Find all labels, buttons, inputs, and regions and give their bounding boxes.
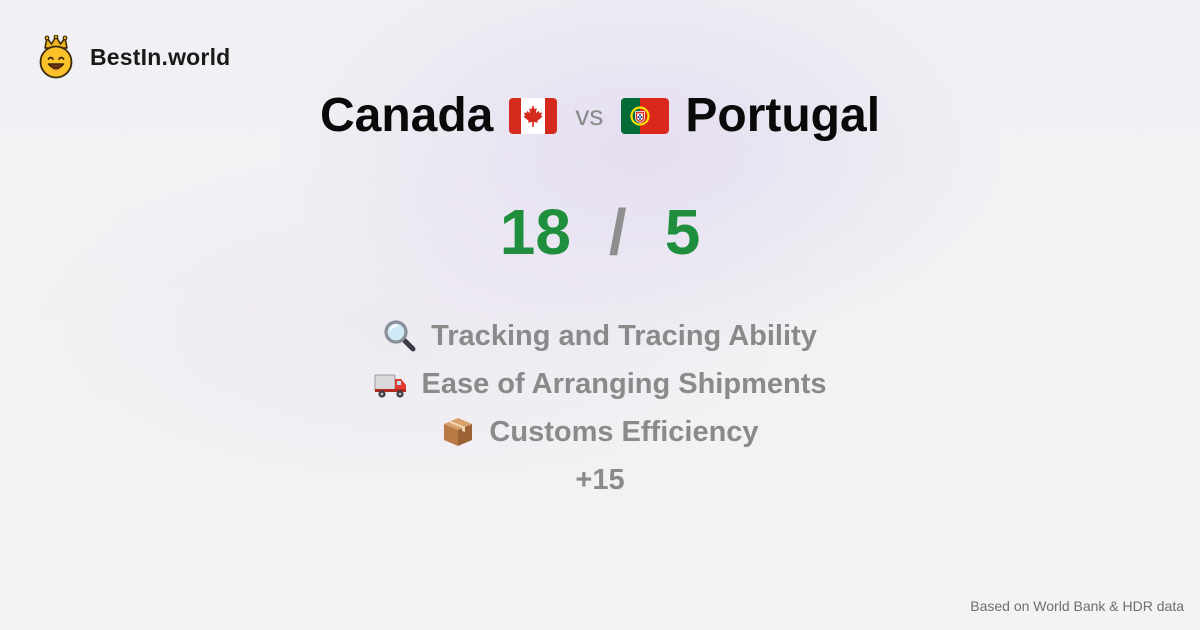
category-label: Customs Efficiency	[489, 415, 759, 448]
crown-smiley-icon	[39, 35, 73, 79]
category-list: Tracking and Tracing Ability Ease of Arr…	[0, 312, 1200, 504]
package-box-icon	[444, 418, 473, 446]
magnifying-glass-icon	[384, 320, 416, 352]
score-a: 18	[499, 196, 571, 268]
vs-label: vs	[575, 100, 604, 131]
list-item: Customs Efficiency	[441, 408, 759, 456]
list-item: Tracking and Tracing Ability	[383, 312, 817, 360]
brand[interactable]: BestIn.world	[38, 35, 230, 79]
score-separator: /	[608, 196, 627, 268]
delivery-truck-icon	[374, 374, 406, 398]
brand-name: BestIn.world	[90, 43, 231, 70]
score-b: 5	[664, 196, 701, 268]
more-count: +15	[575, 464, 625, 496]
data-source-note: Based on World Bank & HDR data	[970, 598, 1184, 614]
country-a-name: Canada	[319, 89, 494, 142]
score: 18 / 5	[0, 192, 1200, 272]
country-b-name: Portugal	[685, 89, 881, 142]
canada-flag-icon	[509, 98, 558, 134]
list-item: Ease of Arranging Shipments	[374, 360, 827, 408]
comparison-title: Canada vs Portugal	[0, 84, 1200, 148]
category-label: Ease of Arranging Shipments	[421, 367, 827, 400]
portugal-flag-icon	[621, 98, 670, 134]
category-label: Tracking and Tracing Ability	[431, 319, 817, 352]
